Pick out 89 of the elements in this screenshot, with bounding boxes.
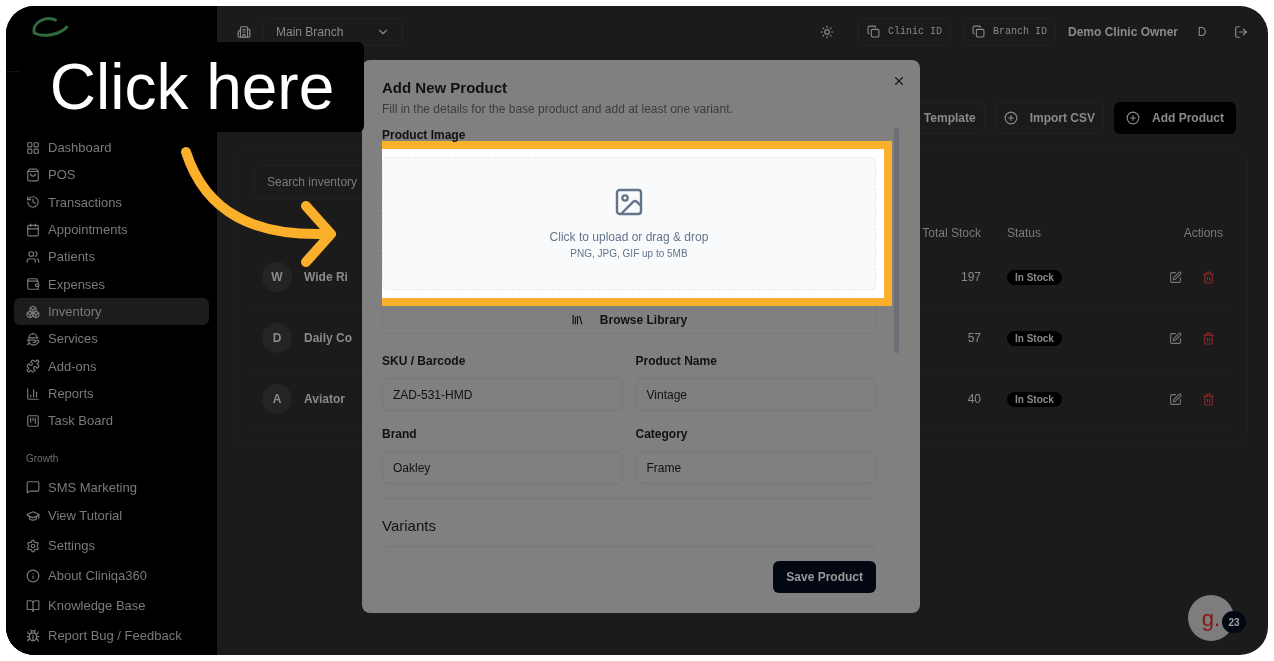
sidebar-item[interactable]: Patients <box>14 243 209 271</box>
modal-title: Add New Product <box>382 78 508 98</box>
status-badge: In Stock <box>1007 392 1062 407</box>
copy-id-button[interactable]: Branch ID <box>962 17 1056 46</box>
building-icon <box>237 24 251 39</box>
bag-icon <box>26 168 40 182</box>
notification-badge: 23 <box>1222 611 1246 633</box>
sidebar-item[interactable]: Settings <box>14 531 209 561</box>
chat-icon <box>26 480 40 495</box>
logo-icon <box>30 16 70 38</box>
product-initial: W <box>262 262 292 292</box>
status-badge: In Stock <box>1007 331 1062 346</box>
column-header: Status <box>1006 225 1043 242</box>
puzzle-icon <box>26 359 40 374</box>
edit-icon[interactable] <box>1169 270 1182 284</box>
sidebar-item[interactable]: Task Board <box>14 407 209 435</box>
table-cell-text: 57 <box>966 330 981 347</box>
sidebar-item[interactable]: Report Bug / Feedback <box>14 621 209 651</box>
sidebar-item[interactable]: View Tutorial <box>14 501 209 531</box>
field-label: Category <box>635 426 689 443</box>
table-cell-text: Wide Ri <box>304 269 348 286</box>
edit-icon[interactable] <box>1169 392 1182 406</box>
user-avatar[interactable]: D <box>1190 19 1214 44</box>
sidebar-item[interactable]: Knowledge Base <box>14 591 209 621</box>
sidebar-item[interactable]: Transactions <box>14 188 209 216</box>
sidebar-item[interactable]: Services <box>14 325 209 353</box>
image-icon <box>613 186 645 218</box>
table-cell-text: 197 <box>959 269 981 286</box>
sidebar-item[interactable]: About Cliniqa360 <box>14 561 209 591</box>
tray-icon <box>26 331 40 346</box>
logout-icon[interactable] <box>1234 24 1248 39</box>
bar-chart-icon <box>26 386 40 401</box>
copy-icon <box>971 25 985 38</box>
input-field[interactable]: Vintage <box>635 378 876 411</box>
toolbar-button[interactable]: Add Product <box>1114 102 1236 134</box>
copy-icon <box>866 25 880 38</box>
upload-text: Click to upload or drag & drop <box>549 229 709 246</box>
info-icon <box>26 569 40 583</box>
callout-label: Click here <box>20 42 364 132</box>
calendar-icon <box>26 222 40 237</box>
field-label: Brand <box>382 426 418 443</box>
input-field[interactable]: ZAD-531-HMD <box>382 378 623 411</box>
grid-icon <box>26 140 40 155</box>
upload-dropzone[interactable]: Click to upload or drag & drop PNG, JPG, GIF up to 5MB <box>382 157 876 290</box>
sidebar-item[interactable]: Expenses <box>14 270 209 298</box>
settings-icon <box>26 539 40 553</box>
modal-subtitle: Fill in the details for the base product and add at least one variant. <box>382 101 734 118</box>
user-name: Demo Clinic Owner <box>1067 23 1178 41</box>
product-initial: D <box>262 323 292 353</box>
people-icon <box>26 249 40 264</box>
table-cell-text: Aviator <box>304 391 345 408</box>
save-product-button[interactable]: Save Product <box>773 561 876 593</box>
sidebar-item[interactable]: Dashboard <box>14 134 209 162</box>
browse-library-button[interactable]: Browse Library <box>382 306 876 334</box>
column-header: Actions <box>1182 225 1224 242</box>
field-label: Product Name <box>635 353 718 370</box>
section-heading: Variants <box>382 516 437 536</box>
status-badge: In Stock <box>1007 270 1062 285</box>
boxes-icon <box>26 304 40 319</box>
field-label: SKU / Barcode <box>382 353 467 370</box>
wallet-icon <box>26 277 40 292</box>
table-cell-text: 40 <box>966 391 981 408</box>
toolbar-button[interactable]: Import CSV <box>994 102 1104 134</box>
sidebar-item[interactable]: Add-ons <box>14 352 209 380</box>
book-icon <box>26 599 40 613</box>
sidebar-item[interactable]: Appointments <box>14 216 209 244</box>
board-icon <box>26 413 40 428</box>
sidebar-item[interactable]: Inventory <box>14 297 209 326</box>
bug-icon <box>26 629 40 643</box>
sidebar-item[interactable]: SMS Marketing <box>14 473 209 501</box>
history-icon <box>26 195 40 210</box>
column-header: Total Stock <box>921 225 981 242</box>
sidebar-item[interactable]: Reports <box>14 379 209 408</box>
sun-icon[interactable] <box>819 24 834 39</box>
input-field[interactable]: Oakley <box>382 451 623 484</box>
field-label: Product Image <box>382 128 467 142</box>
product-initial: A <box>262 384 292 414</box>
input-field[interactable]: Frame <box>635 451 876 484</box>
plus-circle-icon <box>1126 111 1140 125</box>
edit-icon[interactable] <box>1169 331 1182 345</box>
sidebar-item[interactable]: POS <box>14 161 209 189</box>
close-icon[interactable] <box>892 74 906 88</box>
copy-id-button[interactable]: Clinic ID <box>857 17 951 46</box>
library-icon <box>570 313 584 326</box>
graduation-cap-icon <box>26 509 40 523</box>
plus-circle-icon <box>1003 111 1018 125</box>
upload-hint: PNG, JPG, GIF up to 5MB <box>570 247 688 261</box>
table-cell-text: Daily Co <box>304 330 352 347</box>
section-label: Growth <box>25 451 60 466</box>
